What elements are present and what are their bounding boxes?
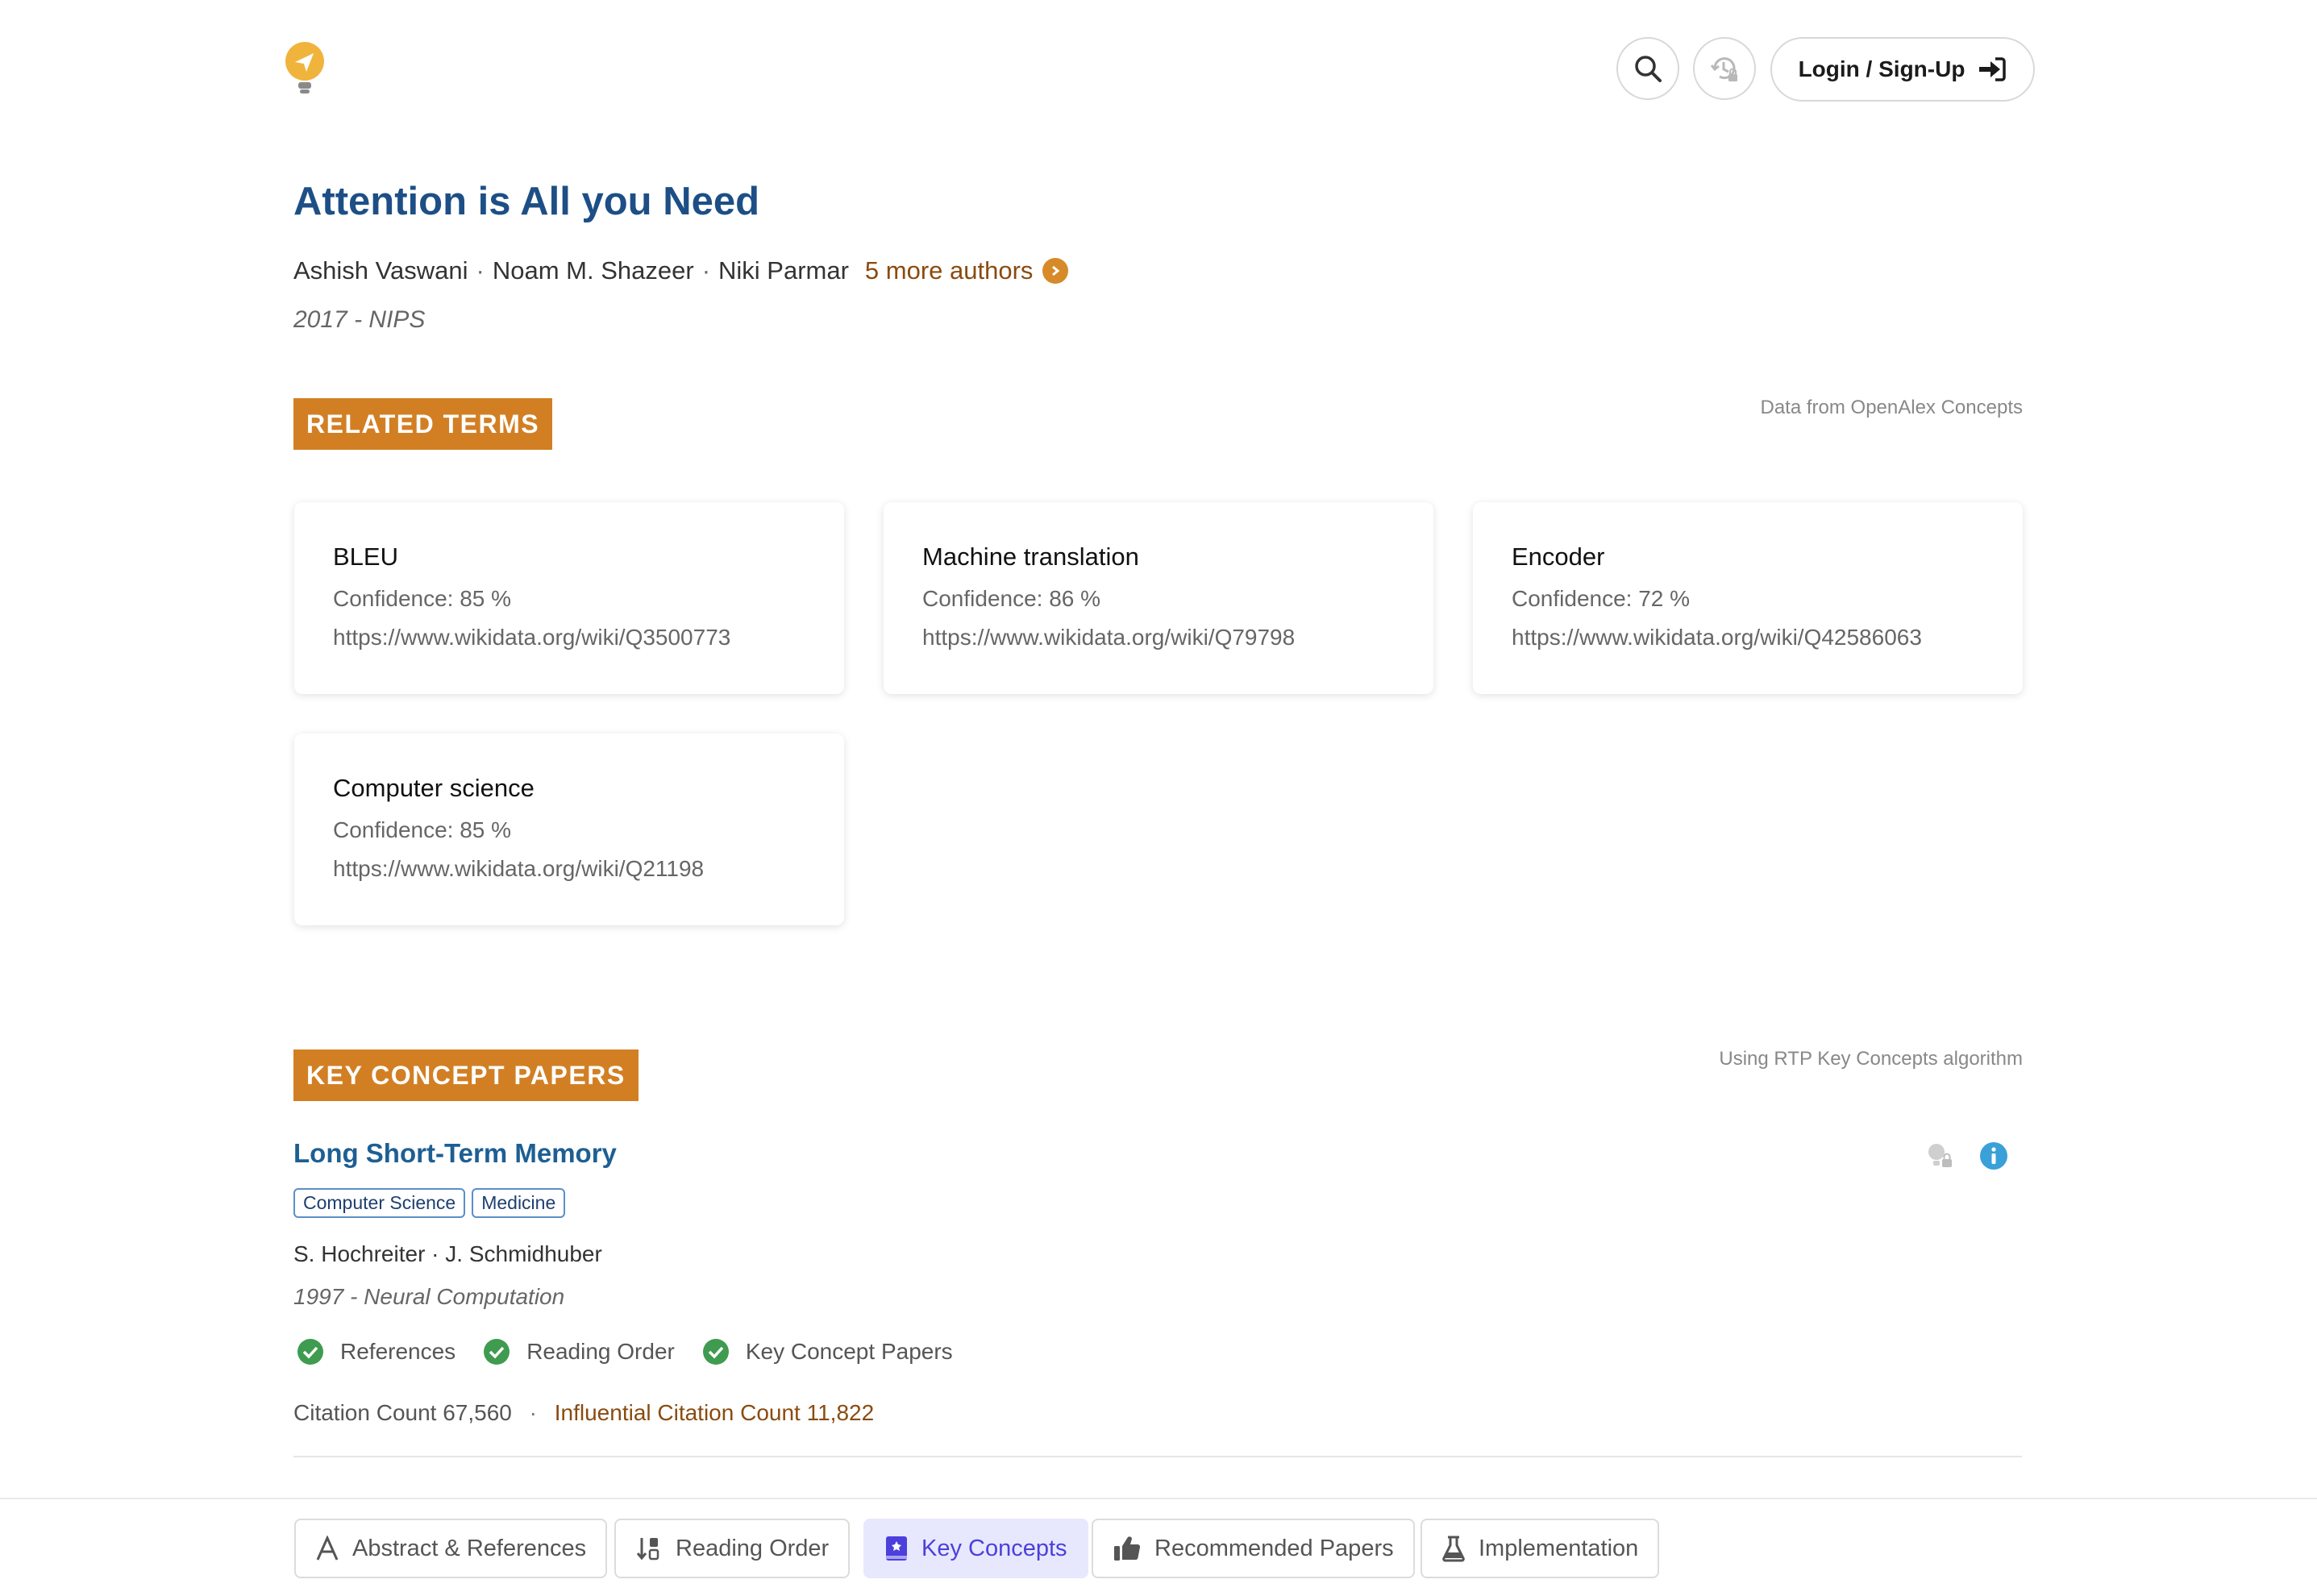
term-confidence: Confidence: 85 % (333, 586, 512, 611)
tab-label: Recommended Papers (1154, 1535, 1394, 1561)
term-name: Machine translation (922, 542, 1139, 571)
check-item: References (297, 1338, 455, 1365)
related-terms-badge: RELATED TERMS (293, 398, 553, 450)
author-separator: · (476, 256, 485, 285)
availability-checks: References Reading Order Key Concept Pap… (297, 1338, 953, 1365)
term-url: https://www.wikidata.org/wiki/Q21198 (333, 856, 705, 881)
info-icon[interactable] (1979, 1141, 2008, 1174)
tab-key-concepts[interactable]: Key Concepts (863, 1519, 1088, 1578)
bulb-lock-icon[interactable] (1925, 1141, 1954, 1174)
tab-label: Abstract & References (352, 1535, 587, 1561)
author-link[interactable]: Niki Parmar (718, 256, 849, 285)
login-icon (1979, 57, 2007, 81)
tab-label: Implementation (1479, 1535, 1639, 1561)
term-confidence: Confidence: 72 % (1512, 586, 1691, 611)
citation-separator: · (529, 1400, 537, 1425)
key-concept-paper-authors: S. Hochreiter · J. Schmidhuber (293, 1241, 602, 1266)
influential-citation-count: Influential Citation Count 11,822 (554, 1400, 875, 1425)
search-button[interactable] (1616, 37, 1679, 100)
login-label: Login / Sign-Up (1798, 56, 1965, 81)
tab-abstract-references[interactable]: Abstract & References (294, 1519, 608, 1578)
term-url: https://www.wikidata.org/wiki/Q42586063 (1512, 625, 1922, 650)
citation-count: Citation Count 67,560 (293, 1400, 512, 1425)
key-concept-paper-venue: 1997 - Neural Computation (293, 1284, 565, 1309)
check-label: Reading Order (526, 1339, 675, 1364)
history-icon (1710, 57, 1737, 81)
check-circle-icon (484, 1339, 510, 1365)
check-label: Key Concept Papers (745, 1339, 953, 1364)
author-link[interactable]: Ashish Vaswani (293, 256, 468, 285)
author-list: Ashish Vaswani · Noam M. Shazeer · Niki … (293, 256, 1069, 285)
field-tag[interactable]: Computer Science (293, 1188, 466, 1218)
term-url: https://www.wikidata.org/wiki/Q3500773 (333, 625, 731, 650)
term-name: Computer science (333, 774, 535, 802)
paper-year-venue: 2017 - NIPS (293, 306, 426, 333)
term-name: Encoder (1512, 542, 1605, 571)
citation-stats: Citation Count 67,560 · Influential Cita… (293, 1400, 874, 1426)
check-item: Reading Order (483, 1338, 675, 1365)
related-term-card[interactable]: Computer science Confidence: 85 % https:… (294, 734, 844, 925)
tab-label: Key Concepts (921, 1535, 1067, 1561)
related-term-card[interactable]: Encoder Confidence: 72 % https://www.wik… (1473, 502, 2023, 694)
login-signup-button[interactable]: Login / Sign-Up (1770, 37, 2035, 102)
tab-reading-order[interactable]: Reading Order (614, 1519, 851, 1578)
check-label: References (340, 1339, 456, 1364)
history-button[interactable] (1693, 37, 1756, 100)
paper-title: Attention is All you Need (293, 180, 760, 223)
abstract-icon (316, 1536, 339, 1561)
key-concepts-source: Using RTP Key Concepts algorithm (1719, 1048, 2023, 1070)
thumbs-up-icon (1114, 1536, 1141, 1561)
term-name: BLEU (333, 542, 398, 571)
tab-implementation[interactable]: Implementation (1421, 1519, 1660, 1578)
key-concept-papers-badge: KEY CONCEPT PAPERS (293, 1049, 639, 1101)
author-link[interactable]: Noam M. Shazeer (493, 256, 694, 285)
check-circle-icon (297, 1339, 323, 1365)
related-term-card[interactable]: BLEU Confidence: 85 % https://www.wikida… (294, 502, 844, 694)
term-url: https://www.wikidata.org/wiki/Q79798 (922, 625, 1296, 650)
field-tags: Computer Science Medicine (293, 1188, 566, 1218)
term-confidence: Confidence: 86 % (922, 586, 1101, 611)
field-tag[interactable]: Medicine (472, 1188, 566, 1218)
check-item: Key Concept Papers (702, 1338, 953, 1365)
divider (293, 1456, 2022, 1457)
logo-icon[interactable] (284, 40, 326, 95)
related-terms-source: Data from OpenAlex Concepts (1760, 397, 2024, 418)
chevron-right-icon (1042, 258, 1069, 284)
flask-icon (1442, 1536, 1465, 1562)
tab-label: Reading Order (676, 1535, 830, 1561)
sort-icon (636, 1538, 659, 1561)
more-authors-link[interactable]: 5 more authors (865, 256, 1069, 285)
related-term-card[interactable]: Machine translation Confidence: 86 % htt… (884, 502, 1433, 694)
key-concept-paper-title[interactable]: Long Short-Term Memory (293, 1138, 617, 1169)
tab-recommended-papers[interactable]: Recommended Papers (1092, 1519, 1415, 1578)
more-authors-label: 5 more authors (864, 256, 1034, 285)
book-icon (886, 1536, 907, 1561)
search-icon (1635, 56, 1662, 82)
check-circle-icon (702, 1339, 729, 1365)
term-confidence: Confidence: 85 % (333, 817, 512, 842)
author-separator: · (701, 256, 711, 285)
